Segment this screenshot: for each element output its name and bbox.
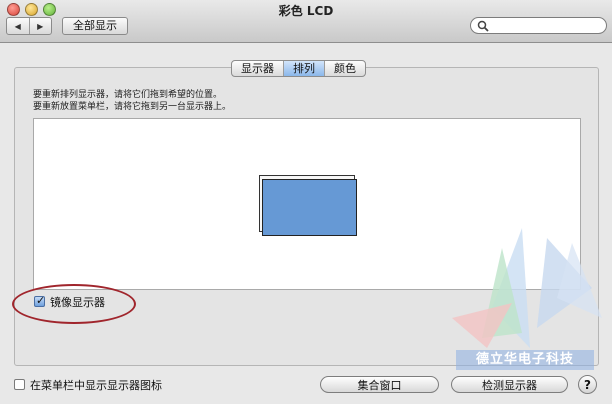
search-field[interactable]: [470, 17, 607, 34]
tab-display[interactable]: 显示器: [232, 61, 283, 76]
show-in-menubar-checkbox[interactable]: [14, 379, 25, 390]
tab-bar: 显示器 排列 颜色: [231, 60, 366, 77]
forward-icon: ▶: [37, 21, 44, 31]
search-icon: [477, 20, 489, 32]
tab-color[interactable]: 颜色: [324, 61, 365, 76]
tab-arrangement[interactable]: 排列: [283, 61, 324, 76]
detect-displays-button[interactable]: 检测显示器: [451, 376, 568, 393]
forward-button[interactable]: ▶: [28, 18, 52, 34]
show-all-button[interactable]: 全部显示: [62, 17, 128, 35]
display-thumbnail[interactable]: [262, 179, 357, 236]
toolbar: 彩色 LCD ◀ ▶ 全部显示: [0, 0, 612, 43]
highlight-ellipse: [12, 284, 136, 324]
back-icon: ◀: [14, 21, 21, 31]
help-button[interactable]: ?: [578, 375, 597, 394]
search-input[interactable]: [491, 19, 601, 32]
nav-buttons: ◀ ▶: [6, 17, 52, 35]
watermark-text: 德立华电子科技: [456, 350, 594, 370]
show-in-menubar-label: 在菜单栏中显示显示器图标: [30, 379, 162, 392]
gather-windows-button[interactable]: 集合窗口: [320, 376, 439, 393]
back-button[interactable]: ◀: [7, 18, 29, 34]
instruction-menubar: 要重新放置菜单栏，请将它拖到另一台显示器上。: [33, 102, 232, 112]
